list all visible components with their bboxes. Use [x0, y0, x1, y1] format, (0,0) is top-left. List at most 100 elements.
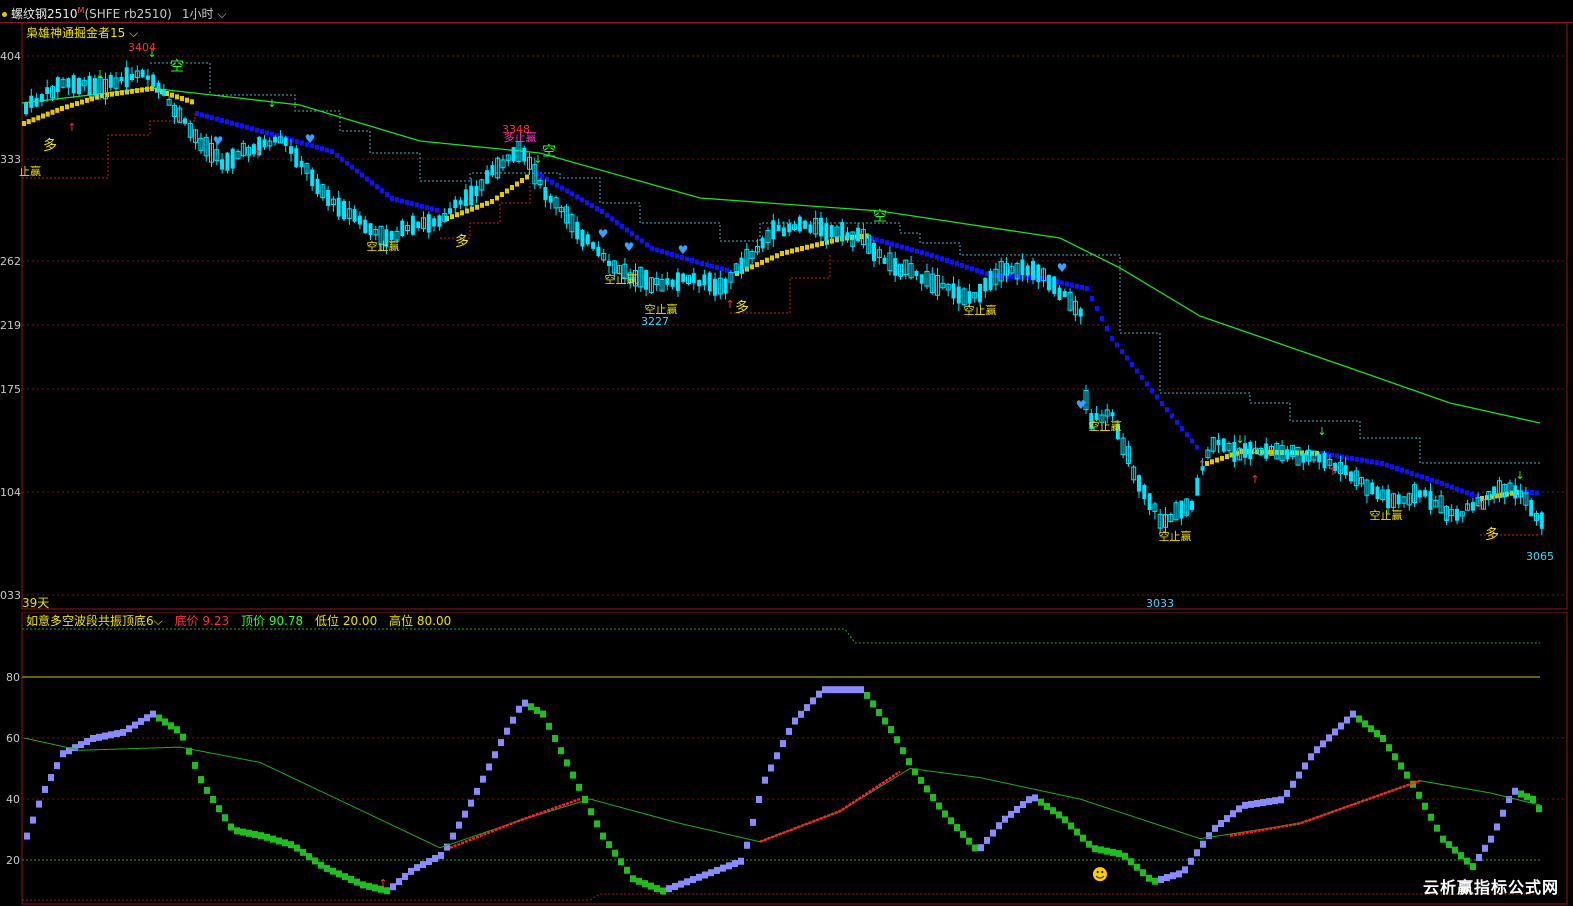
osc-bar-fall [1446, 841, 1452, 849]
candle-down [299, 160, 304, 167]
candle-down [787, 223, 792, 233]
param-top-label: 顶价 [240, 614, 265, 628]
candle-down [1513, 485, 1518, 499]
candle-down [66, 78, 71, 88]
trend-band-down [410, 201, 414, 207]
osc-bar-fall [606, 841, 612, 849]
trend-band-down [955, 261, 959, 267]
candle-down [151, 74, 156, 87]
osc-bar-rise [672, 882, 678, 890]
trend-band-down [930, 253, 934, 258]
osc-bar-rise [1008, 810, 1014, 818]
osc-bar-rise [1212, 824, 1218, 832]
trend-band-down [1425, 476, 1429, 481]
osc-bar-rise [414, 864, 420, 872]
osc-bar-fall [1140, 869, 1146, 877]
trend-band-up [480, 202, 484, 208]
osc-bar-rise [1020, 801, 1026, 809]
candle-down [156, 82, 161, 93]
trend-band-down [250, 126, 254, 132]
trend-band-down [400, 198, 404, 204]
trend-band-down [650, 246, 654, 251]
trend-band-down [700, 261, 704, 266]
osc-bar-fall [882, 717, 888, 725]
short-stop-label: 空止赢 [1370, 508, 1403, 522]
trend-band-down [1430, 477, 1434, 483]
trend-band-down [1355, 456, 1359, 462]
trend-band-up [1210, 459, 1214, 465]
main-price-chart[interactable]: 4043332622191751040333404334832273033306… [0, 23, 1573, 611]
osc-bar-fall [1392, 753, 1398, 761]
osc-bar-rise [60, 750, 66, 758]
osc-bar-rise [678, 880, 684, 888]
osc-bar-rise [1512, 787, 1518, 795]
candle-down [1539, 512, 1544, 529]
candle-down [225, 152, 230, 171]
osc-bar-rise [684, 878, 690, 886]
osc-bar-fall [354, 878, 360, 886]
osc-bar-rise [666, 885, 672, 893]
trend-band-up [495, 195, 499, 201]
osc-bar-fall [864, 691, 870, 699]
trend-band-down [245, 124, 249, 130]
param-top-value: 90.78 [268, 614, 304, 628]
sub-oscillator-chart[interactable]: 80 60 40 20 ☻ ↑ [0, 612, 1573, 906]
osc-bar-fall [348, 875, 354, 883]
long-stop-label: 多止赢 [504, 130, 537, 144]
candle-down [988, 270, 993, 290]
candle-down [840, 222, 845, 242]
osc-bar-fall [552, 735, 558, 742]
candle-down [665, 278, 670, 285]
osc-bar-rise [822, 686, 828, 694]
osc-bar-fall [258, 832, 264, 840]
candle-down [437, 215, 442, 227]
status-dot-icon [2, 11, 7, 17]
osc-bar-fall [942, 810, 948, 818]
trend-band-down [550, 179, 554, 185]
trend-band-down [1370, 459, 1374, 465]
candle-down [591, 242, 596, 249]
osc-bar-rise [1188, 857, 1194, 865]
heart-icon: ♥ [1057, 261, 1068, 275]
trend-band-down [900, 244, 904, 250]
trend-band-down [710, 263, 714, 269]
trend-band-down [1155, 394, 1159, 400]
trend-band-down [555, 182, 559, 188]
trend-band-down [905, 245, 909, 251]
period-selector[interactable]: 1小时 ⌵ [182, 7, 227, 21]
osc-bar-rise [768, 764, 774, 772]
candle-down [34, 98, 39, 107]
candle-down [336, 197, 341, 217]
candle-down [1031, 260, 1035, 280]
osc-bar-rise [702, 871, 708, 879]
osc-bar-rise [114, 730, 120, 738]
osc-bar-fall [1116, 850, 1122, 858]
trend-band-up [485, 200, 489, 206]
short-stop-label: 空止赢 [1089, 419, 1122, 433]
osc-bar-fall [330, 867, 336, 875]
sub-indicator-selector[interactable]: 如意多空波段共振顶底6⌵ [26, 614, 163, 628]
osc-bar-fall [564, 759, 570, 767]
osc-bar-fall [234, 827, 240, 835]
y-tick-label: 333 [0, 153, 21, 166]
candle-down [342, 200, 346, 220]
candle-down [352, 209, 357, 222]
trend-band-down [640, 238, 644, 244]
osc-bar-fall [168, 722, 174, 730]
osc-bar-rise [1176, 870, 1182, 878]
trend-band-up [185, 97, 189, 103]
osc-bar-rise [84, 738, 90, 746]
trend-band-up [115, 90, 119, 96]
trend-band-up [1220, 455, 1224, 461]
trend-band-down [395, 197, 399, 203]
trend-band-down [595, 206, 599, 212]
y-tick-label: 60 [6, 732, 20, 745]
osc-bar-fall [558, 747, 564, 755]
osc-bar-rise [1290, 780, 1296, 788]
trend-band-down [385, 192, 389, 198]
trend-band-up [110, 91, 114, 97]
osc-bar-fall [870, 700, 876, 708]
trend-band-down [1335, 453, 1339, 459]
candle-down [310, 169, 315, 187]
candle-down [262, 139, 267, 148]
